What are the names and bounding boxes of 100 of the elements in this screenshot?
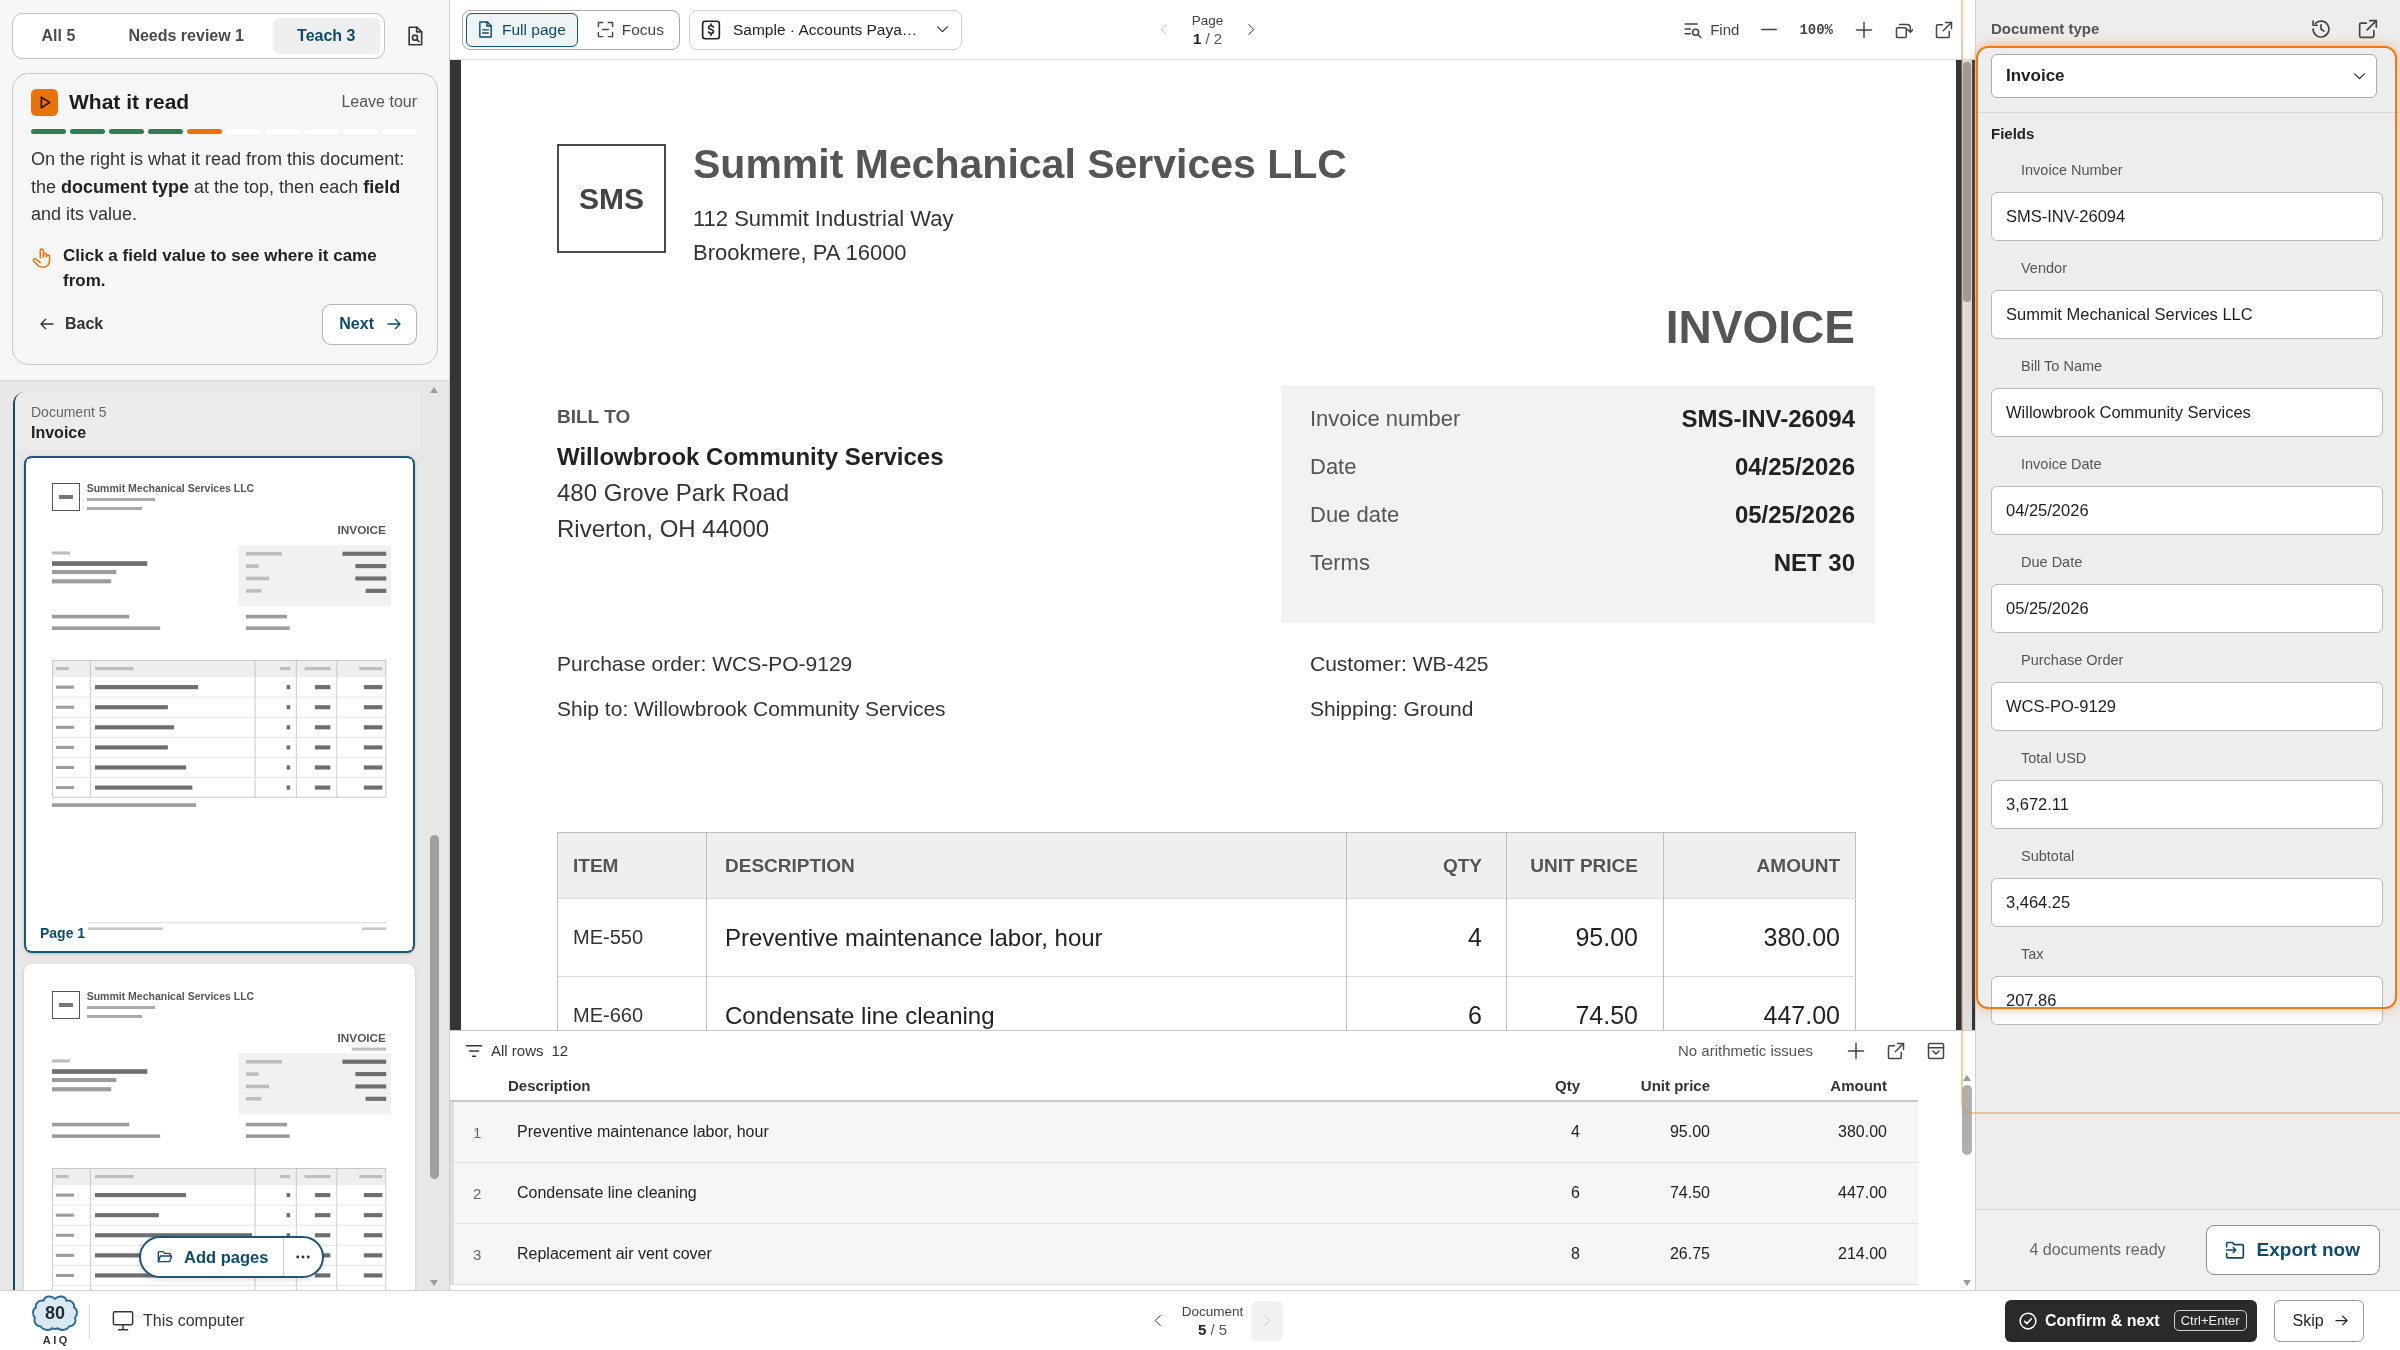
section-heading: Fields (1991, 124, 2035, 144)
filter-tab[interactable]: All 5 (17, 18, 100, 54)
scrollbar[interactable] (1962, 60, 1972, 1030)
monitor-icon (112, 1309, 134, 1332)
skip-button[interactable]: Skip (2273, 1299, 2364, 1342)
company-name: Summit Mechanical Services LLC (86, 481, 255, 495)
text-field[interactable]: Willowbrook Community Services (1991, 388, 2383, 437)
folder-icon (156, 1249, 174, 1265)
table-cell: Preventive maintenance labor, hour (517, 1123, 769, 1141)
bill-to-label: BILL TO (557, 405, 631, 429)
tour-description: On the right is what it read from this document: the document type at the top, then each field and its value. (31, 148, 406, 226)
column-header: Unit price (1640, 1076, 1710, 1094)
bill-to-address: 480 Grove Park Road (557, 478, 790, 508)
line-item-row[interactable]: 1 Preventive maintenance labor, hour 4 95.00 380.00 (450, 1102, 1918, 1163)
table-cell: 6 (1468, 1001, 1482, 1029)
address-line: Brookmere, PA 16000 (693, 239, 907, 267)
source-button[interactable]: This computer (112, 1309, 245, 1332)
table-cell: 6 (1571, 1184, 1580, 1202)
plus-icon (1855, 20, 1873, 39)
page-thumbnail[interactable]: Summit Mechanical Services LLC INVOICE Page 1 (24, 456, 415, 953)
add-pages-button[interactable]: Add pages (141, 1238, 285, 1276)
text-field[interactable]: 3,464.25 (1991, 878, 2383, 927)
table-cell: 95.00 (1669, 1123, 1710, 1141)
text-field[interactable]: WCS-PO-9129 (1991, 682, 2383, 731)
filter-tab[interactable]: Teach 3 (272, 18, 380, 54)
text-field[interactable]: 05/25/2026 (1991, 584, 2383, 633)
reference-text: Ship to: Willowbrook Community Services (557, 696, 946, 722)
external-link-icon (1887, 1041, 1905, 1060)
table-cell: Preventive maintenance labor, hour (725, 923, 1103, 951)
plus-icon (1847, 1041, 1865, 1060)
find-icon (1684, 20, 1703, 39)
company-logo: SMS (557, 144, 666, 253)
confirm-next-button[interactable]: Confirm & next Ctrl+Enter (2005, 1299, 2257, 1342)
arrow-left-icon (39, 316, 55, 332)
history-button[interactable] (2311, 18, 2331, 40)
table-cell: 380.00 (1763, 923, 1840, 951)
field-label: Invoice Number (2021, 161, 2123, 180)
external-link-icon (1935, 20, 1953, 39)
table-cell: Condensate line cleaning (517, 1184, 697, 1202)
field-label: Invoice Date (2021, 455, 2102, 474)
table-cell: 214.00 (1838, 1245, 1887, 1263)
minus-icon (1761, 28, 1778, 31)
text-field[interactable]: SMS-INV-26094 (1991, 192, 2383, 241)
text-field[interactable]: 3,672.11 (1991, 780, 2383, 829)
view-mode-button[interactable]: Full page (466, 12, 578, 47)
document-title: INVOICE (337, 1030, 386, 1045)
field-label: Subtotal (2021, 847, 2075, 866)
reference-text: Purchase order: WCS-PO-9129 (557, 651, 853, 677)
back-button[interactable]: Back (31, 303, 110, 345)
line-item-row[interactable]: 3 Replacement air vent cover 8 26.75 214.00 (450, 1224, 1918, 1285)
table-cell: 74.50 (1669, 1184, 1710, 1202)
arrow-right-icon (2333, 1313, 2349, 1328)
next-button[interactable]: Next (322, 303, 417, 345)
section-heading: Document type (1991, 19, 2100, 39)
filter-tab[interactable]: Needs review 1 (103, 18, 269, 54)
field-label: Vendor (2021, 259, 2067, 278)
table-cell: 4 (1468, 923, 1482, 951)
detail-value: NET 30 (1773, 549, 1855, 577)
text-field[interactable]: 04/25/2026 (1991, 486, 2383, 535)
collapse-icon (1927, 1041, 1945, 1060)
document-search-icon (405, 24, 425, 48)
table-cell: 380.00 (1838, 1123, 1887, 1141)
column-header: AMOUNT (1663, 832, 1856, 899)
focus-icon (596, 21, 614, 38)
row-filter-button[interactable]: All rows (465, 1041, 544, 1060)
detail-label: Date (1310, 454, 1357, 480)
check-status: No arithmetic issues (1677, 1042, 1813, 1059)
document-dropdown[interactable]: Sample · Accounts Paya… (689, 9, 962, 50)
view-mode-button[interactable]: Focus (585, 12, 676, 47)
document-type-select[interactable]: Invoice (1991, 54, 2377, 98)
company-name: Summit Mechanical Services LLC (86, 989, 255, 1003)
column-header: DESCRIPTION (706, 832, 1347, 899)
folder-export-icon (2224, 1240, 2245, 1260)
tour-tip: Click a field value to see where it came from. (63, 244, 378, 292)
open-external-button[interactable] (2358, 18, 2378, 40)
text-field[interactable]: Summit Mechanical Services LLC (1991, 290, 2383, 339)
detail-value: 04/25/2026 (1734, 453, 1855, 481)
column-header: QTY (1346, 832, 1507, 899)
field-label: Total USD (2021, 749, 2087, 768)
export-button[interactable]: Export now (2205, 1225, 2380, 1275)
reference-text: Shipping: Ground (1310, 696, 1474, 722)
line-item-row[interactable]: 2 Condensate line cleaning 6 74.50 447.00 (450, 1163, 1918, 1224)
document-type: Invoice (31, 423, 87, 443)
table-cell: 8 (1571, 1245, 1580, 1263)
leave-tour-link[interactable]: Leave tour (341, 93, 417, 111)
field-label: Bill To Name (2021, 357, 2103, 376)
page-indicator: 1 / 2 (1192, 29, 1223, 48)
row-count: 12 (551, 1042, 569, 1059)
field-label: Tax (2021, 945, 2044, 964)
text-field[interactable]: 207.86 (1991, 976, 2383, 1025)
table-cell: Condensate line cleaning (725, 1001, 995, 1029)
address-line: 112 Summit Industrial Way (693, 205, 954, 233)
table-cell: 447.00 (1763, 1001, 1840, 1029)
preview-button[interactable] (405, 24, 425, 48)
row-number: 3 (473, 1245, 482, 1263)
column-header: Description (508, 1076, 591, 1094)
find-button[interactable]: Find (1684, 13, 1740, 46)
column-header: ITEM (557, 832, 707, 899)
table-cell: Replacement air vent cover (517, 1245, 712, 1263)
table-cell: ME-550 (573, 926, 644, 948)
